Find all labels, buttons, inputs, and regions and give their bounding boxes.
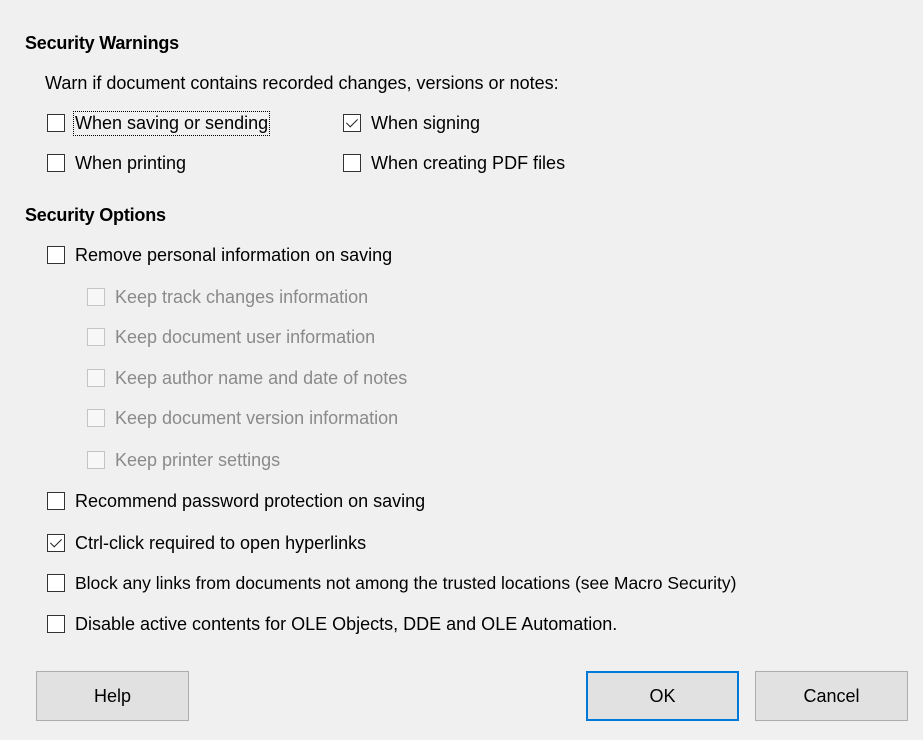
when-printing-checkbox[interactable] <box>47 154 65 172</box>
disable-active-contents-label[interactable]: Disable active contents for OLE Objects,… <box>75 614 617 635</box>
disable-active-contents-checkbox[interactable] <box>47 615 65 633</box>
security-options-heading: Security Options <box>25 205 166 225</box>
keep-author-name-checkbox <box>87 369 105 387</box>
recommend-password-label[interactable]: Recommend password protection on saving <box>75 491 425 512</box>
keep-document-user-checkbox-row: Keep document user information <box>87 325 375 349</box>
keep-author-name-label: Keep author name and date of notes <box>115 367 408 388</box>
when-signing-checkbox[interactable] <box>343 114 361 132</box>
when-saving-checkbox-row[interactable]: When saving or sending <box>47 110 271 136</box>
when-creating-pdf-label[interactable]: When creating PDF files <box>371 153 565 174</box>
keep-track-changes-checkbox <box>87 288 105 306</box>
keep-author-name-checkbox-row: Keep author name and date of notes <box>87 366 407 390</box>
ctrl-click-checkbox-row[interactable]: Ctrl-click required to open hyperlinks <box>47 531 366 555</box>
when-signing-label[interactable]: When signing <box>371 113 480 134</box>
disable-active-contents-checkbox-row[interactable]: Disable active contents for OLE Objects,… <box>47 612 617 636</box>
keep-printer-settings-checkbox <box>87 451 105 469</box>
remove-personal-info-checkbox-row[interactable]: Remove personal information on saving <box>47 243 392 267</box>
ctrl-click-label[interactable]: Ctrl-click required to open hyperlinks <box>75 533 366 554</box>
ctrl-click-checkbox[interactable] <box>47 534 65 552</box>
remove-personal-info-checkbox[interactable] <box>47 246 65 264</box>
remove-personal-info-label[interactable]: Remove personal information on saving <box>75 245 392 266</box>
keep-version-info-checkbox-row: Keep document version information <box>87 406 398 430</box>
keep-track-changes-checkbox-row: Keep track changes information <box>87 285 368 309</box>
when-creating-pdf-checkbox-row[interactable]: When creating PDF files <box>343 151 565 175</box>
when-saving-label[interactable]: When saving or sending <box>72 110 271 136</box>
when-printing-label[interactable]: When printing <box>75 153 186 174</box>
warn-description-label: Warn if document contains recorded chang… <box>45 73 559 93</box>
keep-track-changes-label: Keep track changes information <box>115 286 369 307</box>
when-signing-checkbox-row[interactable]: When signing <box>343 111 480 135</box>
when-saving-checkbox[interactable] <box>47 114 65 132</box>
when-printing-checkbox-row[interactable]: When printing <box>47 151 186 175</box>
keep-document-user-checkbox <box>87 328 105 346</box>
help-button[interactable]: Help <box>36 671 189 721</box>
block-links-label[interactable]: Block any links from documents not among… <box>75 573 736 594</box>
keep-version-info-checkbox <box>87 409 105 427</box>
when-creating-pdf-checkbox[interactable] <box>343 154 361 172</box>
ok-button[interactable]: OK <box>586 671 739 721</box>
recommend-password-checkbox-row[interactable]: Recommend password protection on saving <box>47 489 425 513</box>
keep-printer-settings-label: Keep printer settings <box>115 449 281 470</box>
keep-version-info-label: Keep document version information <box>115 407 399 428</box>
keep-document-user-label: Keep document user information <box>115 326 376 347</box>
security-warnings-heading: Security Warnings <box>25 33 179 53</box>
keep-printer-settings-checkbox-row: Keep printer settings <box>87 448 280 472</box>
block-links-checkbox-row[interactable]: Block any links from documents not among… <box>47 571 736 595</box>
recommend-password-checkbox[interactable] <box>47 492 65 510</box>
cancel-button[interactable]: Cancel <box>755 671 908 721</box>
block-links-checkbox[interactable] <box>47 574 65 592</box>
